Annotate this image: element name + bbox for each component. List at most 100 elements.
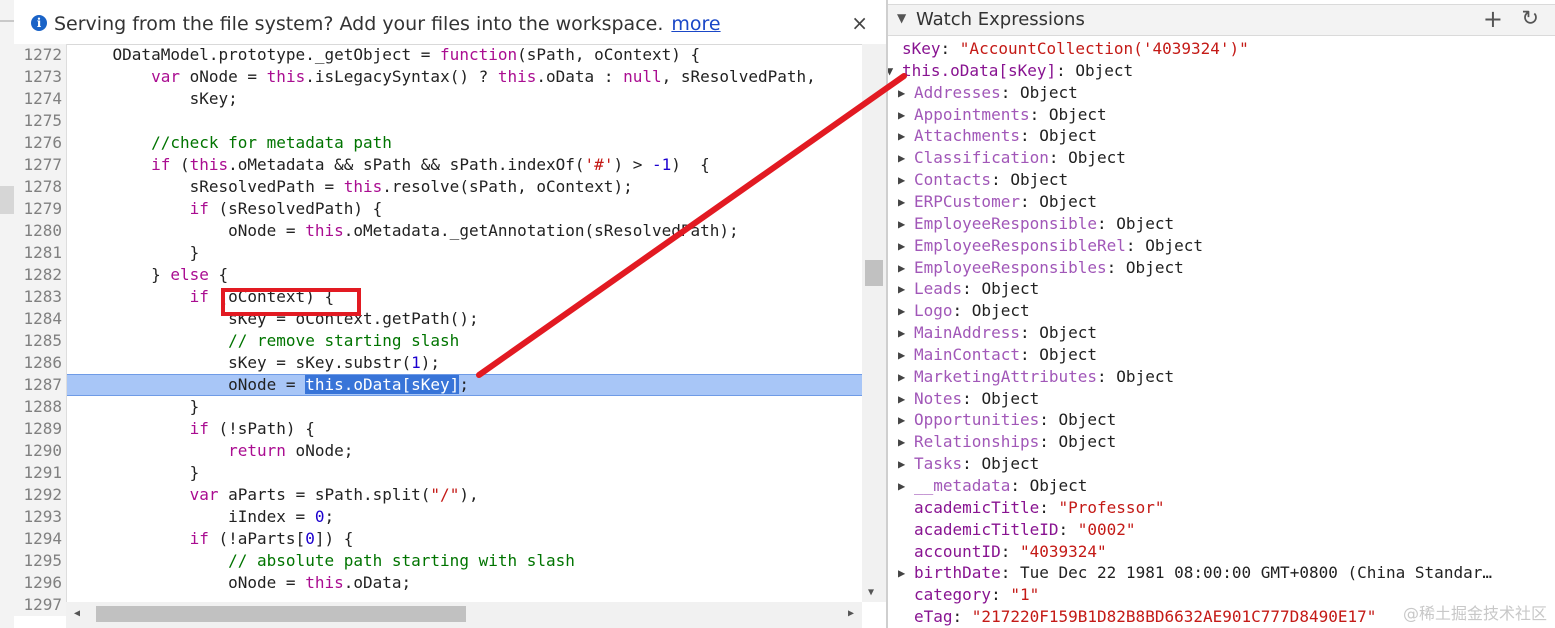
watch-row[interactable]: ▶ EmployeeResponsible: Object (888, 213, 1555, 235)
line-number[interactable]: 1296 (14, 572, 62, 594)
line-number[interactable]: 1294 (14, 528, 62, 550)
line-number[interactable]: 1275 (14, 110, 62, 132)
line-number[interactable]: 1283 (14, 286, 62, 308)
code-line[interactable]: 1286 sKey = sKey.substr(1); (14, 352, 864, 374)
expand-triangle-icon[interactable]: ▶ (898, 366, 905, 388)
line-number[interactable]: 1274 (14, 88, 62, 110)
line-number[interactable]: 1295 (14, 550, 62, 572)
infobar-more-link[interactable]: more (671, 13, 720, 35)
watch-row[interactable]: ▶ MainAddress: Object (888, 322, 1555, 344)
code-line[interactable]: 1280 oNode = this.oMetadata._getAnnotati… (14, 220, 864, 242)
expand-triangle-icon[interactable]: ▶ (898, 147, 905, 169)
scroll-left-arrow-icon[interactable]: ◀ (74, 608, 80, 619)
watch-row[interactable]: ▶ Tasks: Object (888, 453, 1555, 475)
vertical-scrollbar-thumb[interactable] (865, 260, 883, 286)
line-number[interactable]: 1281 (14, 242, 62, 264)
watch-row[interactable]: ▼ this.oData[sKey]: Object (888, 60, 1555, 82)
code-line[interactable]: 1277 if (this.oMetadata && sPath && sPat… (14, 154, 864, 176)
watch-header[interactable]: ▼ Watch Expressions + ↻ (888, 4, 1555, 36)
line-number[interactable]: 1288 (14, 396, 62, 418)
expand-triangle-icon[interactable]: ▶ (898, 169, 905, 191)
vertical-scrollbar[interactable]: ▼ (862, 44, 886, 602)
watch-row[interactable]: accountID: "4039324" (888, 541, 1555, 563)
code-line[interactable]: 1272 ODataModel.prototype._getObject = f… (14, 44, 864, 66)
code-line[interactable]: 1282 } else { (14, 264, 864, 286)
expand-triangle-icon[interactable]: ▶ (898, 235, 905, 257)
line-number[interactable]: 1292 (14, 484, 62, 506)
code-line[interactable]: 1273 var oNode = this.isLegacySyntax() ?… (14, 66, 864, 88)
watch-row[interactable]: ▶ ERPCustomer: Object (888, 191, 1555, 213)
watch-row[interactable]: ▶ Notes: Object (888, 388, 1555, 410)
code-line[interactable]: 1288 } (14, 396, 864, 418)
code-line[interactable]: 1276 //check for metadata path (14, 132, 864, 154)
expand-triangle-icon[interactable]: ▶ (898, 453, 905, 475)
line-number[interactable]: 1297 (14, 594, 62, 616)
watch-row[interactable]: ▶ Addresses: Object (888, 82, 1555, 104)
watch-row[interactable]: ▶ Leads: Object (888, 278, 1555, 300)
horizontal-scrollbar-thumb[interactable] (96, 606, 466, 622)
watch-row[interactable]: academicTitle: "Professor" (888, 497, 1555, 519)
code-line[interactable]: 1283 if (oContext) { (14, 286, 864, 308)
line-number[interactable]: 1289 (14, 418, 62, 440)
code-line[interactable]: 1296 oNode = this.oData; (14, 572, 864, 594)
line-number[interactable]: 1277 (14, 154, 62, 176)
code-line[interactable]: 1275 (14, 110, 864, 132)
watch-row[interactable]: ▶ EmployeeResponsibles: Object (888, 257, 1555, 279)
line-number[interactable]: 1273 (14, 66, 62, 88)
code-line[interactable]: 1281 } (14, 242, 864, 264)
watch-row[interactable]: ▶ MainContact: Object (888, 344, 1555, 366)
expand-triangle-icon[interactable]: ▶ (898, 82, 905, 104)
code-line[interactable]: 1292 var aParts = sPath.split("/"), (14, 484, 864, 506)
line-number[interactable]: 1272 (14, 44, 62, 66)
watch-row[interactable]: ▶ Classification: Object (888, 147, 1555, 169)
watch-row[interactable]: ▶ __metadata: Object (888, 475, 1555, 497)
watch-row[interactable]: ▶ Contacts: Object (888, 169, 1555, 191)
code-line[interactable]: 1291 } (14, 462, 864, 484)
code-line[interactable]: 1274 sKey; (14, 88, 864, 110)
expand-triangle-icon[interactable]: ▶ (898, 213, 905, 235)
refresh-icon[interactable]: ↻ (1521, 6, 1539, 30)
scroll-down-arrow-icon[interactable]: ▼ (868, 587, 874, 598)
expand-triangle-icon[interactable]: ▶ (898, 388, 905, 410)
code-line[interactable]: 1285 // remove starting slash (14, 330, 864, 352)
watch-row[interactable]: academicTitleID: "0002" (888, 519, 1555, 541)
code-line[interactable]: 1293 iIndex = 0; (14, 506, 864, 528)
scroll-right-arrow-icon[interactable]: ▶ (848, 608, 854, 619)
line-number[interactable]: 1286 (14, 352, 62, 374)
watch-row[interactable]: ▶ Appointments: Object (888, 104, 1555, 126)
line-number[interactable]: 1287 (14, 374, 62, 396)
line-number[interactable]: 1278 (14, 176, 62, 198)
line-number[interactable]: 1290 (14, 440, 62, 462)
expand-triangle-icon[interactable]: ▶ (898, 104, 905, 126)
expand-triangle-icon[interactable]: ▶ (898, 300, 905, 322)
expand-triangle-icon[interactable]: ▶ (898, 125, 905, 147)
expand-triangle-icon[interactable]: ▶ (898, 322, 905, 344)
expand-triangle-icon[interactable]: ▶ (898, 431, 905, 453)
expand-triangle-icon[interactable]: ▶ (898, 475, 905, 497)
watch-row[interactable]: ▶ birthDate: Tue Dec 22 1981 08:00:00 GMT… (888, 562, 1555, 584)
watch-row[interactable]: ▶ Relationships: Object (888, 431, 1555, 453)
watch-row[interactable]: ▶ Logo: Object (888, 300, 1555, 322)
horizontal-scrollbar[interactable]: ◀ ▶ (66, 602, 862, 628)
line-number[interactable]: 1282 (14, 264, 62, 286)
line-number[interactable]: 1285 (14, 330, 62, 352)
expand-triangle-icon[interactable]: ▶ (898, 278, 905, 300)
expanded-triangle-icon[interactable]: ▼ (888, 60, 893, 82)
code-editor[interactable]: 1272 ODataModel.prototype._getObject = f… (14, 44, 864, 616)
expand-triangle-icon[interactable]: ▶ (898, 344, 905, 366)
code-line[interactable]: 1284 sKey = oContext.getPath(); (14, 308, 864, 330)
close-icon[interactable]: × (851, 11, 868, 35)
code-line[interactable]: 1289 if (!sPath) { (14, 418, 864, 440)
code-line[interactable]: 1295 // absolute path starting with slas… (14, 550, 864, 572)
line-number[interactable]: 1293 (14, 506, 62, 528)
expand-triangle-icon[interactable]: ▶ (898, 562, 905, 584)
line-number[interactable]: 1284 (14, 308, 62, 330)
watch-row[interactable]: ▶ Attachments: Object (888, 125, 1555, 147)
line-number[interactable]: 1279 (14, 198, 62, 220)
code-line[interactable]: 1290 return oNode; (14, 440, 864, 462)
code-line-current[interactable]: 1287 oNode = this.oData[sKey]; (14, 374, 864, 396)
watch-row[interactable]: ▶ EmployeeResponsibleRel: Object (888, 235, 1555, 257)
add-expression-icon[interactable]: + (1483, 5, 1503, 33)
watch-row[interactable]: ▶ MarketingAttributes: Object (888, 366, 1555, 388)
line-number[interactable]: 1280 (14, 220, 62, 242)
